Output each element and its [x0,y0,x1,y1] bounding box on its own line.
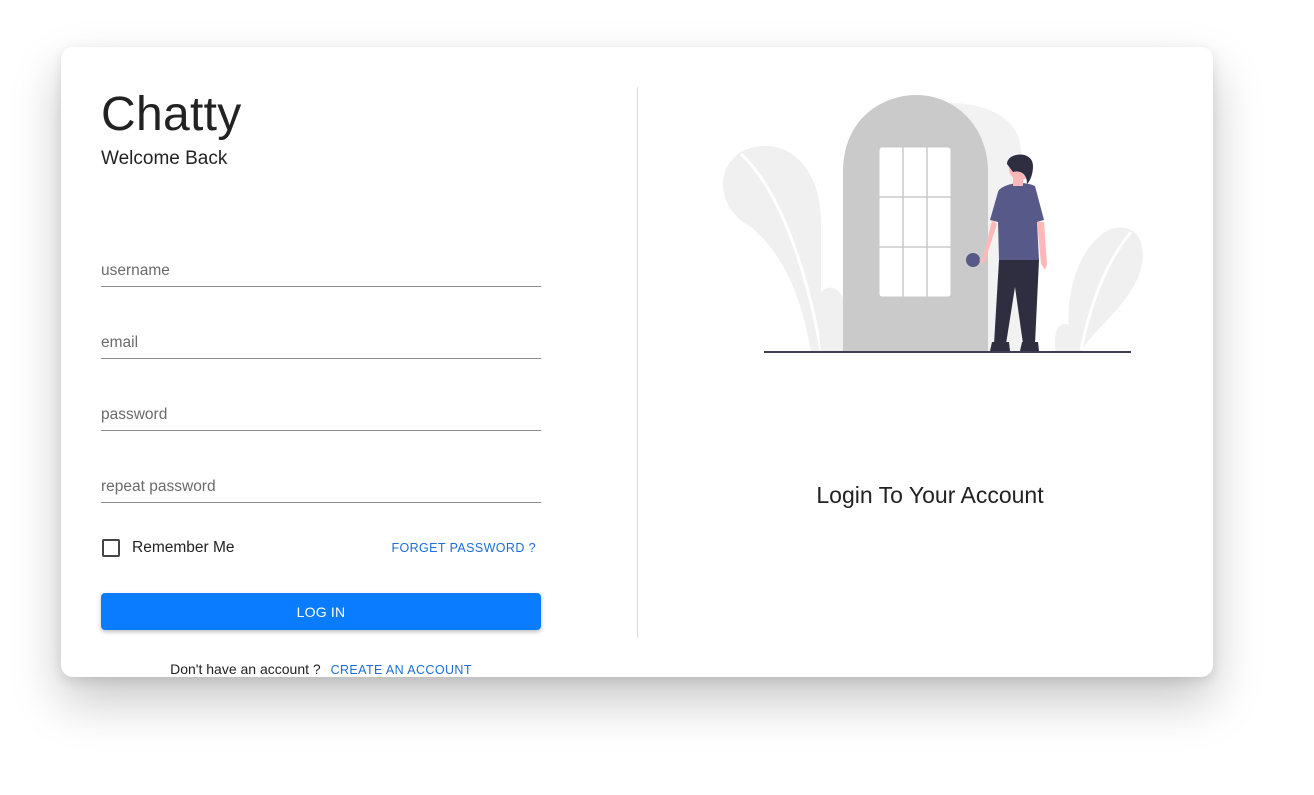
remember-row: Remember Me FORGET PASSWORD ? [101,538,541,560]
repeat-password-input[interactable] [101,466,541,502]
repeat-password-field [101,466,541,503]
username-input[interactable] [101,250,541,286]
login-card: Chatty Welcome Back Remember Me FORGET P… [61,47,1213,677]
password-field [101,394,541,431]
login-caption: Login To Your Account [816,482,1044,508]
app-title: Chatty [101,88,242,141]
remember-me-checkbox[interactable] [102,539,120,557]
create-account-link[interactable]: CREATE AN ACCOUNT [331,663,472,677]
panel-divider [637,87,638,638]
login-button[interactable]: LOG IN [101,593,541,630]
password-input[interactable] [101,394,541,430]
signup-row: Don't have an account ? CREATE AN ACCOUN… [101,660,541,679]
person-at-door-illustration [722,95,1143,353]
username-field [101,250,541,287]
signup-prompt: Don't have an account ? [170,661,321,677]
remember-me-label[interactable]: Remember Me [132,538,235,558]
email-field [101,322,541,359]
welcome-subtitle: Welcome Back [101,148,228,169]
forget-password-link[interactable]: FORGET PASSWORD ? [391,540,536,556]
email-input[interactable] [101,322,541,358]
